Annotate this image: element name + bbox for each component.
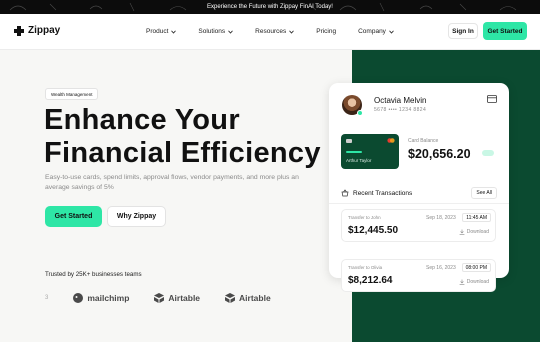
transactions-header: Recent Transactions See All <box>341 187 497 199</box>
announcement-text[interactable]: Experience the Future with Zippay FinAI … <box>207 4 333 10</box>
dashboard-card: Octavia Melvin 5678 •••• 1234 8824 Arthu… <box>329 83 509 278</box>
brand-logo[interactable]: Zippay <box>14 25 60 36</box>
account-number: 5678 •••• 1234 8824 <box>374 107 427 113</box>
nav-item-solutions[interactable]: Solutions <box>198 28 233 35</box>
transaction-date: Sep 18, 2023 <box>426 215 456 221</box>
download-label: Download <box>466 279 489 285</box>
partner-logo-mailchimp: mailchimp <box>72 292 129 304</box>
hero-subtitle: Easy-to-use cards, spend limits, approva… <box>45 174 299 191</box>
user-name: Octavia Melvin <box>374 96 427 105</box>
nav-label: Solutions <box>198 28 226 35</box>
download-icon <box>459 229 465 235</box>
partner-name: Airtable <box>239 293 271 303</box>
transaction-amount: $12,445.50 <box>348 225 399 236</box>
partner-logos: 3 mailchimp Airtable Airtable <box>45 290 295 306</box>
balance-label: Card Balance <box>408 138 439 144</box>
nav-label: Resources <box>255 28 287 35</box>
transaction-date: Sep 16, 2023 <box>426 265 456 271</box>
nav-item-pricing[interactable]: Pricing <box>316 28 336 35</box>
partner-logo-airtable: Airtable <box>153 292 200 304</box>
card-holder-name: Arthur Taylor <box>346 158 372 163</box>
transaction-recipient: Transfer to John <box>348 215 381 220</box>
partner-name: mailchimp <box>87 293 130 303</box>
category-badge: Wealth Management <box>45 88 99 100</box>
transaction-amount: $8,212.64 <box>348 275 393 286</box>
transaction-row[interactable]: Transfer to John Sep 18, 2023 11:45 AM $… <box>341 209 496 242</box>
download-label: Download <box>466 229 489 235</box>
see-all-button[interactable]: See All <box>471 187 497 199</box>
download-button[interactable]: Download <box>459 229 489 235</box>
announcement-bar: Experience the Future with Zippay FinAI … <box>0 0 540 14</box>
nav-label: Pricing <box>316 28 337 35</box>
nav-item-resources[interactable]: Resources <box>255 28 295 35</box>
transaction-recipient: Transfer to Olivia <box>348 265 383 270</box>
nav-item-company[interactable]: Company <box>358 28 394 35</box>
trusted-by-text: Trusted by 25K+ businesses teams <box>45 271 142 278</box>
download-icon <box>459 279 465 285</box>
chevron-down-icon <box>289 30 295 34</box>
mailchimp-icon <box>73 293 84 303</box>
nav-item-product[interactable]: Product <box>146 28 177 35</box>
balance-amount: $20,656.20 <box>408 147 471 161</box>
balance-trend-pill <box>482 150 494 156</box>
nav-label: Product <box>146 28 169 35</box>
why-zippay-button[interactable]: Why Zippay <box>107 206 166 227</box>
online-status-dot <box>357 110 363 116</box>
nav-label: Company <box>358 28 386 35</box>
chevron-down-icon <box>389 30 394 34</box>
card-chip <box>346 139 352 143</box>
transaction-time: 08:00 PM <box>461 263 491 272</box>
zippay-logo-icon <box>14 25 24 36</box>
decorative-pattern <box>9 2 217 12</box>
hero-title-line-1: Enhance Your <box>44 104 240 136</box>
transaction-time: 11:45 AM <box>462 213 491 222</box>
card-network-icon <box>387 138 395 143</box>
airtable-icon <box>225 293 236 303</box>
brand-name: Zippay <box>28 25 61 36</box>
partner-logo-partial: 3 <box>45 295 49 301</box>
download-button[interactable]: Download <box>459 279 489 285</box>
hero-title-line-2: Financial Efficiency <box>44 137 321 169</box>
hero-title: Enhance Your Financial Efficiency <box>44 104 344 170</box>
divider <box>329 203 509 204</box>
get-started-button[interactable]: Get Started <box>45 206 102 227</box>
partner-name: Airtable <box>168 293 201 303</box>
main-menu: Product Solutions Resources Pricing Comp… <box>146 28 416 35</box>
partner-logo-airtable-2: Airtable <box>224 292 271 304</box>
bottom-strip <box>0 342 540 360</box>
chevron-down-icon <box>171 30 177 34</box>
decorative-pattern <box>309 2 517 12</box>
chevron-down-icon <box>228 30 233 34</box>
transaction-row[interactable]: Transfer to Olivia Sep 16, 2023 08:00 PM… <box>341 259 496 292</box>
sign-in-button[interactable]: Sign In <box>448 23 478 39</box>
credit-card-icon[interactable] <box>487 95 497 103</box>
transactions-title: Recent Transactions <box>353 189 413 197</box>
card-accent-line <box>346 151 362 153</box>
airtable-icon <box>154 293 165 303</box>
virtual-card[interactable]: Arthur Taylor <box>341 134 399 169</box>
get-started-nav-button[interactable]: Get Started <box>483 22 527 40</box>
shopping-basket-icon <box>341 189 349 197</box>
